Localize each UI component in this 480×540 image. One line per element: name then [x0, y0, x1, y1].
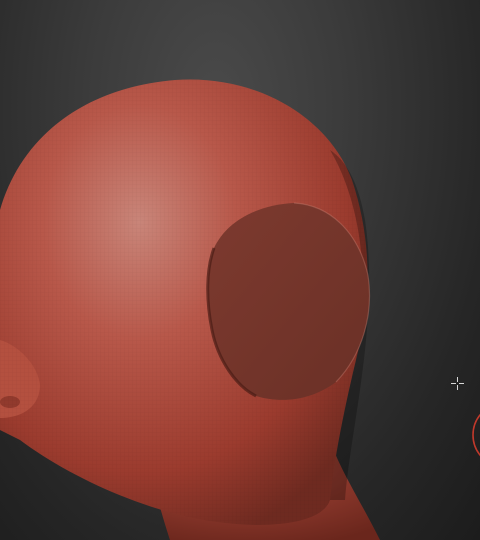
crosshair-cursor-icon	[451, 377, 464, 390]
sculpt-canvas[interactable]	[0, 0, 480, 540]
brush-ring-icon[interactable]	[470, 400, 480, 470]
sculpt-viewport[interactable]	[0, 0, 480, 540]
